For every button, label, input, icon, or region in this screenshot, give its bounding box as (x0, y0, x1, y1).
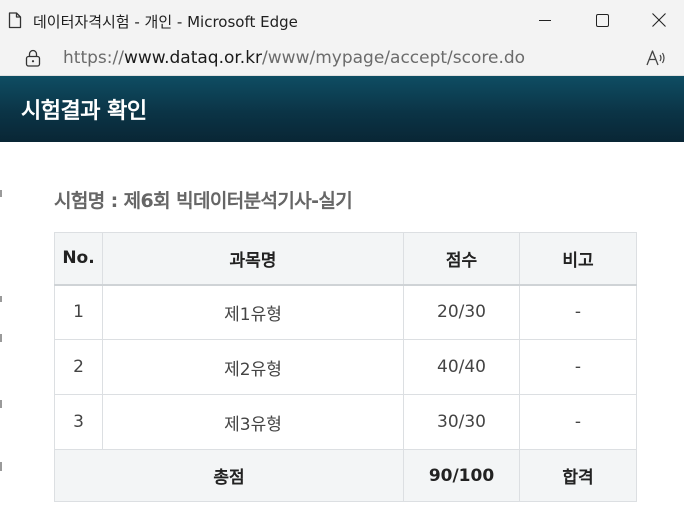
score-table: No. 과목명 점수 비고 1 제1유형 20/30 - 2 제2유형 40/4… (54, 232, 637, 502)
table-row: 2 제2유형 40/40 - (54, 339, 637, 395)
close-button[interactable] (630, 0, 684, 40)
edge-mark (0, 190, 2, 197)
edge-mark (0, 462, 2, 471)
window-title: 데이터자격시험 - 개인 - Microsoft Edge (33, 13, 298, 31)
row-score: 30/30 (403, 394, 520, 450)
edge-mark (0, 400, 2, 408)
close-icon (652, 13, 666, 27)
edge-mark (0, 334, 2, 342)
table-row: 1 제1유형 20/30 - (54, 284, 637, 340)
row-subject: 제2유형 (102, 339, 404, 395)
minimize-icon (539, 20, 551, 21)
lock-icon[interactable] (25, 49, 41, 67)
maximize-button[interactable] (573, 0, 631, 40)
total-label: 총점 (54, 449, 404, 502)
pass-result: 합격 (519, 449, 637, 502)
read-aloud-icon[interactable] (645, 48, 667, 68)
table-row: 3 제3유형 30/30 - (54, 394, 637, 450)
minimize-button[interactable] (516, 0, 574, 40)
browser-window: 데이터자격시험 - 개인 - Microsoft Edge https://ww… (0, 0, 684, 528)
page-title: 시험결과 확인 (21, 99, 147, 124)
total-score: 90/100 (403, 449, 520, 502)
row-note: - (519, 339, 637, 395)
row-score: 20/30 (403, 284, 520, 340)
exam-name: 시험명 : 제6회 빅데이터분석기사-실기 (54, 190, 353, 212)
url-path: /www/mypage/accept/score.do (262, 48, 526, 68)
page-icon (8, 12, 22, 29)
url-text[interactable]: https://www.dataq.or.kr/www/mypage/accep… (63, 48, 525, 68)
url-host: www.dataq.or.kr (123, 48, 263, 68)
row-no: 3 (54, 394, 103, 450)
page-header: 시험결과 확인 (0, 76, 684, 142)
url-scheme: https:// (63, 48, 124, 68)
total-row: 총점 90/100 합격 (54, 449, 637, 502)
row-no: 1 (54, 284, 103, 340)
maximize-icon (595, 13, 609, 27)
column-header-no: No. (54, 232, 103, 286)
main-content: 시험명 : 제6회 빅데이터분석기사-실기 No. 과목명 점수 비고 1 제1… (0, 142, 684, 528)
row-note: - (519, 394, 637, 450)
row-subject: 제1유형 (102, 284, 404, 340)
edge-mark (0, 296, 2, 302)
row-subject: 제3유형 (102, 394, 404, 450)
table-footer: 총점 90/100 합격 (54, 449, 637, 502)
table-header: No. 과목명 점수 비고 (54, 232, 637, 286)
address-bar[interactable]: https://www.dataq.or.kr/www/mypage/accep… (0, 40, 684, 76)
row-note: - (519, 284, 637, 340)
column-header-subject: 과목명 (102, 232, 404, 286)
title-bar: 데이터자격시험 - 개인 - Microsoft Edge (0, 0, 684, 40)
column-header-score: 점수 (403, 232, 520, 286)
row-no: 2 (54, 339, 103, 395)
row-score: 40/40 (403, 339, 520, 395)
column-header-note: 비고 (519, 232, 637, 286)
